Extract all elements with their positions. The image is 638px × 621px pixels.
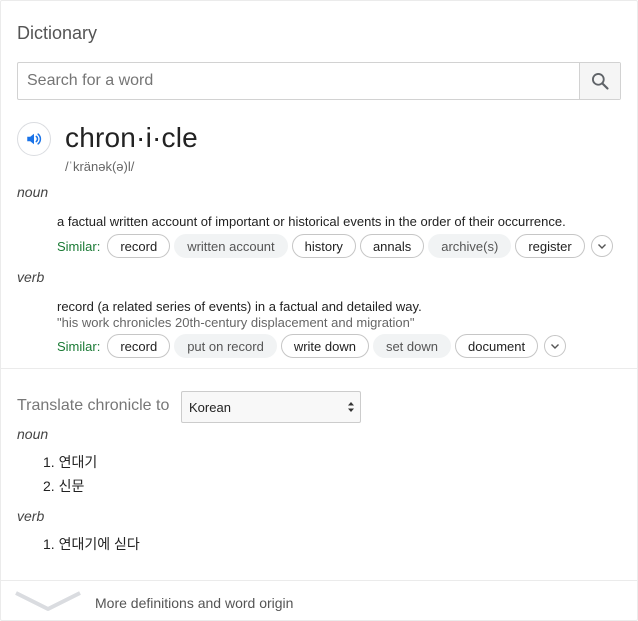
similar-chip-history[interactable]: history [291, 234, 356, 258]
pos-label-noun: noun [17, 184, 49, 200]
translate-pos-verb: verb [17, 508, 45, 524]
similar-chip-written-account[interactable]: written account [174, 234, 288, 258]
language-select[interactable]: Korean [181, 391, 361, 423]
translate-pos-noun: noun [17, 426, 49, 442]
translation-item: 1. 연대기 [43, 454, 98, 470]
similar-chip-annals[interactable]: annals [359, 234, 425, 258]
similar-chip-register[interactable]: register [515, 234, 585, 258]
select-arrows-icon [348, 402, 354, 412]
expand-similar-button[interactable] [590, 235, 613, 257]
pronunciation-button[interactable] [17, 122, 51, 156]
similar-chip-archives[interactable]: archive(s) [428, 234, 512, 258]
similar-chip-record[interactable]: record [107, 234, 171, 258]
translation-item: 2. 신문 [43, 478, 85, 494]
similar-chip-set-down[interactable]: set down [372, 334, 451, 358]
more-definitions-link[interactable]: More definitions and word origin [95, 595, 293, 611]
similar-chip-record[interactable]: record [107, 334, 171, 358]
expand-similar-button[interactable] [544, 335, 567, 357]
similar-label: Similar: [57, 338, 101, 354]
search-button[interactable] [579, 63, 620, 99]
similar-chip-put-on-record[interactable]: put on record [174, 334, 277, 358]
language-select-value: Korean [189, 399, 231, 415]
translate-label: Translate chronicle to [17, 397, 170, 414]
card-title: Dictionary [17, 23, 98, 43]
search-icon [592, 73, 609, 90]
dictionary-card: Dictionary chron·i·cle /ˈkränək(ə)l/ nou… [0, 0, 638, 621]
pos-label-verb: verb [17, 269, 45, 285]
definition-verb: record (a related series of events) in a… [57, 299, 422, 314]
chevron-down-icon [551, 344, 560, 349]
similar-chip-document[interactable]: document [455, 334, 539, 358]
section-divider [1, 368, 637, 369]
similar-row-noun: Similar: record written account history … [57, 234, 613, 258]
search-input[interactable] [18, 63, 579, 99]
search-box [17, 62, 621, 100]
similar-row-verb: Similar: record put on record write down… [57, 334, 567, 358]
chevron-down-icon [15, 591, 81, 611]
definition-noun: a factual written account of important o… [57, 214, 566, 229]
footer-divider [1, 580, 637, 581]
translation-item: 1. 연대기에 싣다 [43, 536, 140, 552]
example-sentence: "his work chronicles 20th-century displa… [57, 315, 415, 330]
chevron-down-icon [597, 244, 606, 249]
similar-chip-write-down[interactable]: write down [280, 334, 369, 358]
similar-label: Similar: [57, 238, 101, 254]
phonetic-spelling: /ˈkränək(ə)l/ [65, 159, 135, 174]
headword: chron·i·cle [65, 122, 198, 153]
speaker-icon [27, 133, 42, 145]
more-definitions-toggle[interactable] [15, 590, 81, 612]
